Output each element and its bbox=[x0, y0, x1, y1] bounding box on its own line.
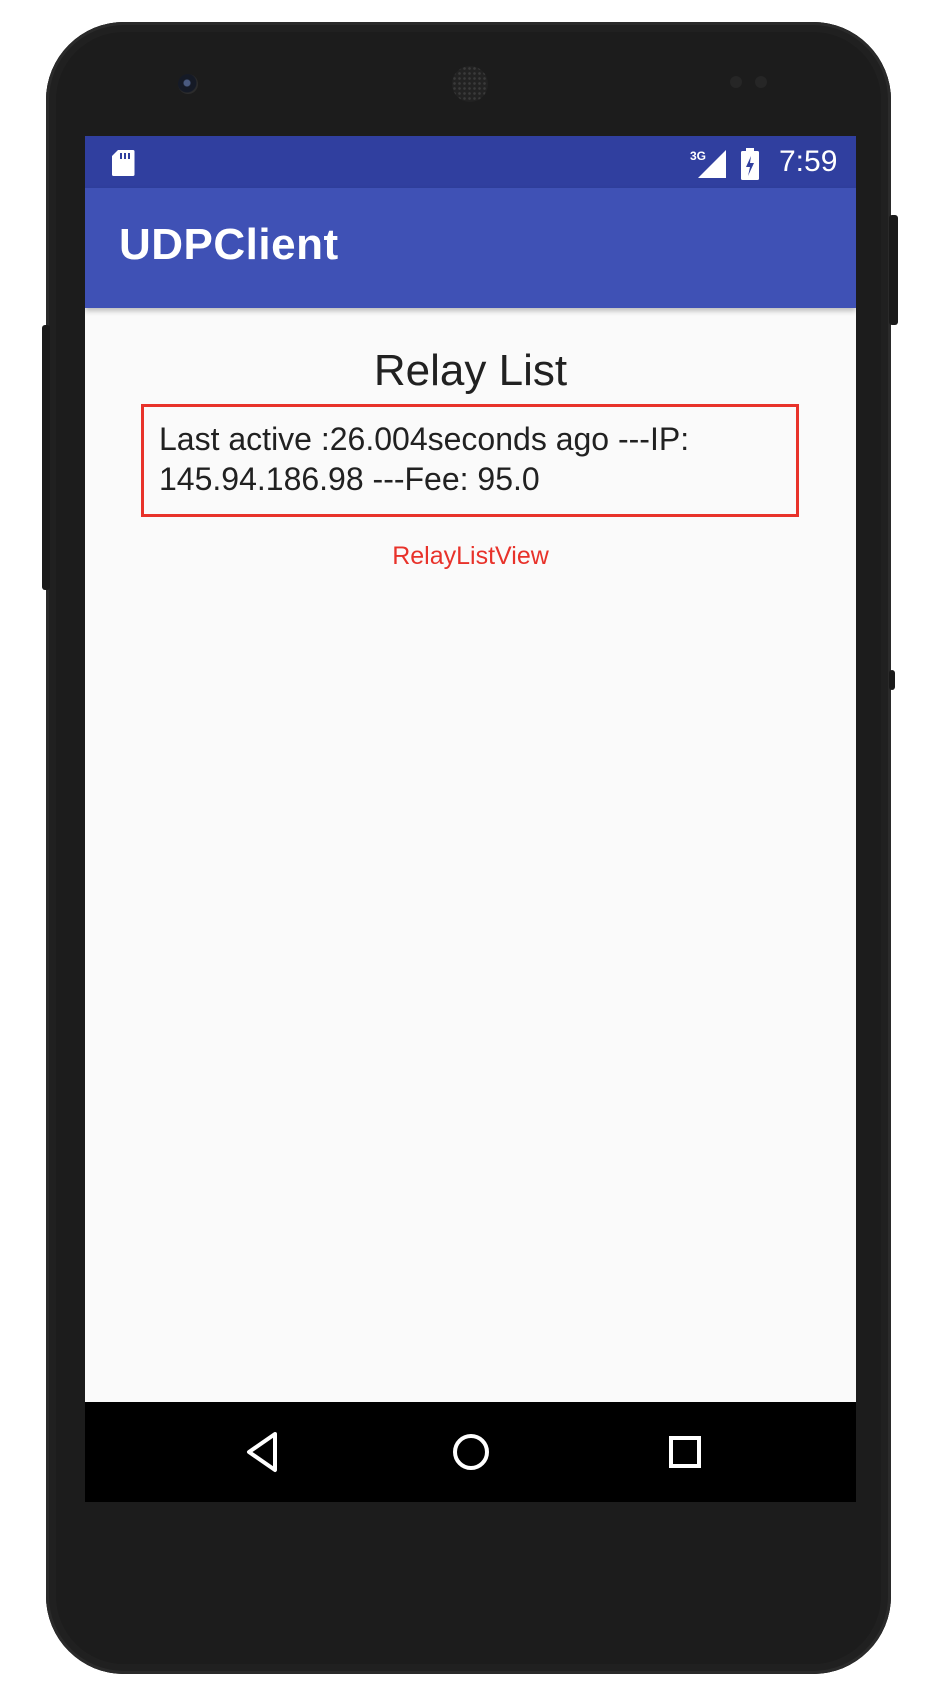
navigation-bar bbox=[85, 1402, 856, 1502]
app-bar: UDPClient bbox=[85, 188, 856, 308]
relay-list-item[interactable]: Last active :26.004seconds ago ---IP: 14… bbox=[159, 419, 789, 499]
front-camera bbox=[178, 74, 198, 94]
status-clock: 7:59 bbox=[779, 145, 838, 178]
back-icon[interactable] bbox=[237, 1426, 289, 1478]
status-bar: 3G 7:59 bbox=[85, 136, 856, 188]
main-content: Relay List Last active :26.004seconds ag… bbox=[85, 308, 856, 1402]
battery-charging-icon bbox=[741, 148, 759, 180]
light-sensor bbox=[755, 76, 767, 88]
earpiece-speaker bbox=[452, 66, 488, 102]
screen: 3G 7:59 UDPClient Relay List Last active… bbox=[85, 136, 856, 1502]
side-sensor bbox=[889, 670, 895, 690]
volume-button bbox=[42, 325, 50, 590]
relay-list-heading: Relay List bbox=[373, 346, 568, 395]
network-type-label: 3G bbox=[690, 149, 706, 163]
relay-list-view-annotation: RelayListView bbox=[392, 542, 549, 570]
app-title: UDPClient bbox=[119, 220, 339, 269]
power-button bbox=[889, 215, 898, 325]
home-icon[interactable] bbox=[445, 1426, 497, 1478]
sd-card-icon bbox=[112, 150, 135, 176]
recents-icon[interactable] bbox=[659, 1426, 711, 1478]
proximity-sensor bbox=[730, 76, 742, 88]
relay-list-view[interactable]: Last active :26.004seconds ago ---IP: 14… bbox=[141, 404, 799, 517]
cellular-signal-icon: 3G bbox=[690, 149, 726, 178]
